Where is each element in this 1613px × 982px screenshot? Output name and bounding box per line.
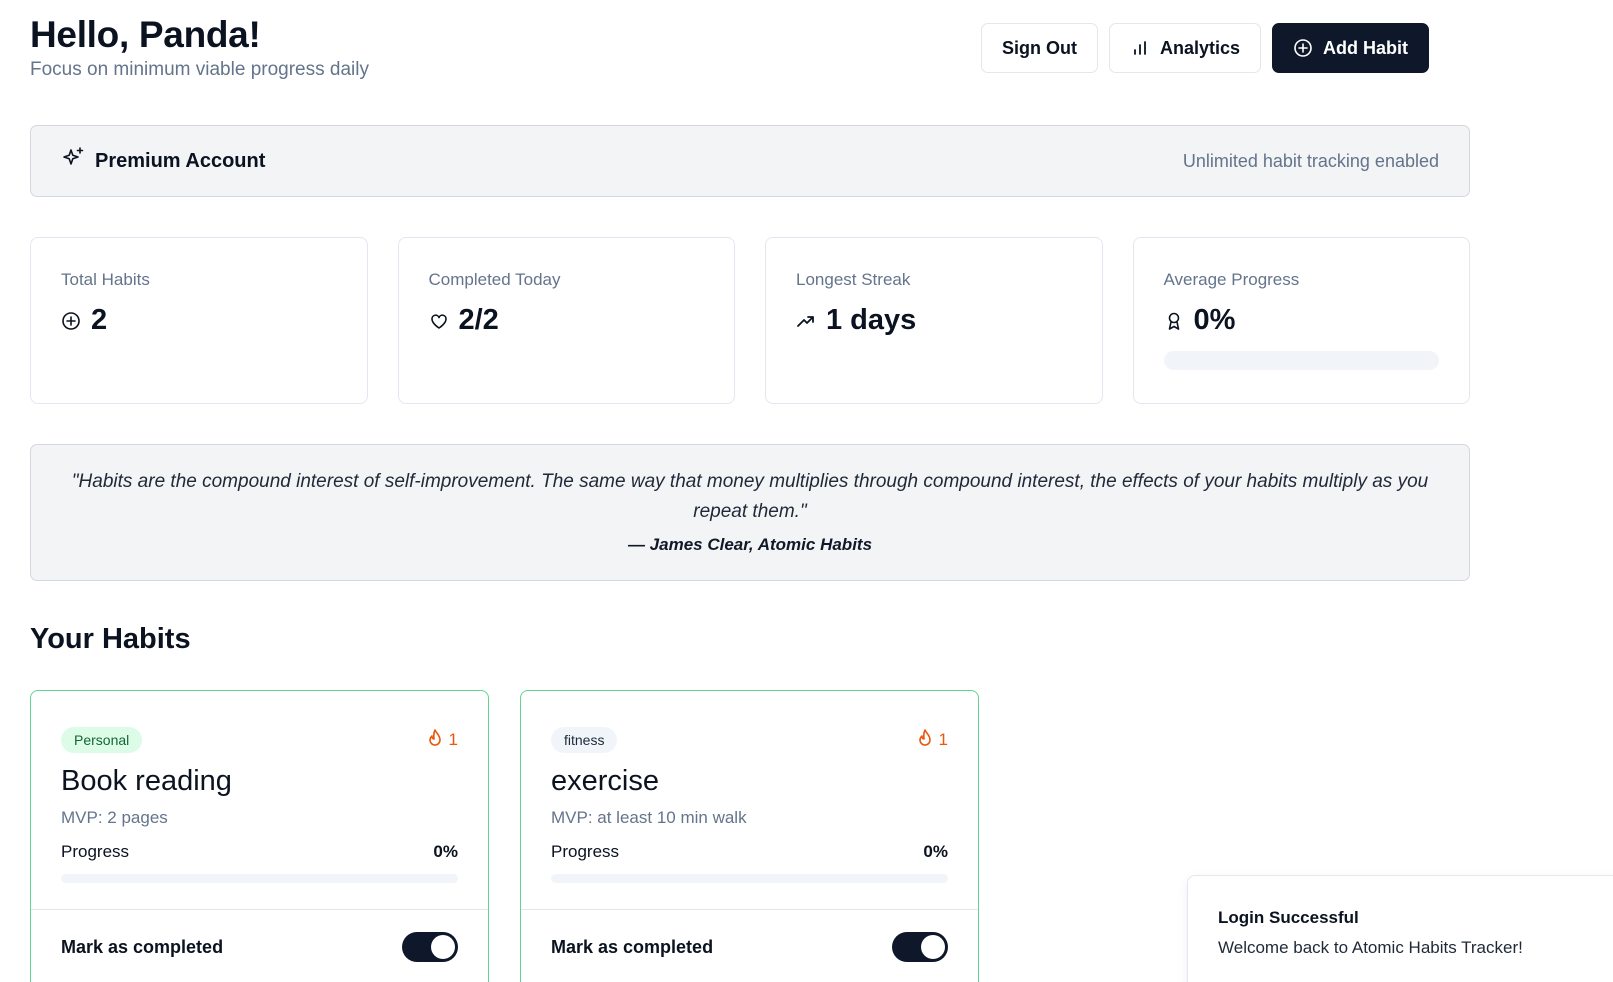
add-habit-label: Add Habit xyxy=(1323,37,1408,58)
heart-icon xyxy=(429,311,449,331)
habit-footer: Mark as completed xyxy=(31,909,488,962)
stat-card-longest-streak: Longest Streak 1 days xyxy=(765,237,1103,404)
mark-completed-toggle[interactable] xyxy=(402,932,458,962)
flame-icon xyxy=(917,728,933,752)
progress-label: Progress xyxy=(551,842,620,861)
stat-value: 2/2 xyxy=(458,304,499,336)
stat-value: 2 xyxy=(91,304,108,336)
progress-row: Progress 0% xyxy=(61,842,458,862)
toggle-knob xyxy=(431,935,455,959)
habit-mvp: MVP: at least 10 min walk xyxy=(551,808,747,827)
progress-row: Progress 0% xyxy=(551,842,948,862)
habit-progress-bar xyxy=(551,874,948,883)
mark-completed-label: Mark as completed xyxy=(551,936,714,957)
stat-label: Average Progress xyxy=(1163,270,1300,289)
stat-card-average-progress: Average Progress 0% xyxy=(1132,237,1470,404)
trending-up-icon xyxy=(796,311,816,331)
add-habit-button[interactable]: Add Habit xyxy=(1272,23,1429,73)
habit-name: exercise xyxy=(551,765,659,797)
sparkles-icon xyxy=(61,146,85,176)
sign-out-label: Sign Out xyxy=(1001,37,1077,58)
progress-label: Progress xyxy=(61,842,130,861)
mark-completed-toggle[interactable] xyxy=(892,932,948,962)
stat-card-total-habits: Total Habits 2 xyxy=(30,237,368,404)
toast-description: Welcome back to Atomic Habits Tracker! xyxy=(1218,938,1523,957)
category-badge: fitness xyxy=(551,727,618,753)
stat-value: 0% xyxy=(1193,304,1236,336)
average-progress-bar xyxy=(1163,351,1439,370)
habit-card-book-reading: Personal 1 Book reading MVP: 2 pages Pro… xyxy=(30,690,489,982)
quote-author: — James Clear, Atomic Habits xyxy=(627,535,873,554)
quote-card: "Habits are the compound interest of sel… xyxy=(30,444,1470,581)
analytics-button[interactable]: Analytics xyxy=(1108,23,1261,73)
stat-value-group: 2 xyxy=(61,304,337,337)
habits-section-title: Your Habits xyxy=(30,623,191,655)
sign-out-button[interactable]: Sign Out xyxy=(980,23,1098,73)
flame-icon xyxy=(427,728,443,752)
plus-circle-icon xyxy=(1293,38,1313,58)
award-icon xyxy=(1164,311,1184,331)
habit-progress-bar xyxy=(61,874,458,883)
habits-dashboard: Hello, Panda! Focus on minimum viable pr… xyxy=(0,0,1613,982)
login-toast[interactable]: Login Successful Welcome back to Atomic … xyxy=(1187,875,1613,982)
progress-percent: 0% xyxy=(433,842,458,861)
stat-label: Longest Streak xyxy=(796,270,911,289)
mark-completed-label: Mark as completed xyxy=(61,936,224,957)
toast-title: Login Successful xyxy=(1218,908,1359,927)
stat-value-group: 1 days xyxy=(796,304,1072,337)
page-title: Hello, Panda! xyxy=(30,14,261,55)
streak-count: 1 xyxy=(938,730,948,749)
stat-value-group: 0% xyxy=(1164,304,1440,337)
streak-indicator: 1 xyxy=(427,728,458,752)
bar-chart-icon xyxy=(1130,38,1150,58)
streak-indicator: 1 xyxy=(917,728,948,752)
habit-footer: Mark as completed xyxy=(521,909,978,962)
header-actions: Sign Out Analytics Add Habit xyxy=(980,23,1429,73)
analytics-label: Analytics xyxy=(1159,37,1240,58)
habit-name: Book reading xyxy=(61,765,232,797)
streak-count: 1 xyxy=(448,730,458,749)
category-badge: Personal xyxy=(61,727,143,753)
greeting-block: Hello, Panda! Focus on minimum viable pr… xyxy=(30,14,369,81)
plus-circle-icon xyxy=(61,311,81,331)
stat-label: Total Habits xyxy=(61,270,150,289)
stats-row: Total Habits 2 Completed Today 2/2 Longe… xyxy=(30,237,1470,404)
quote-text: "Habits are the compound interest of sel… xyxy=(71,471,1429,522)
habits-grid: Personal 1 Book reading MVP: 2 pages Pro… xyxy=(30,690,979,982)
habit-mvp: MVP: 2 pages xyxy=(61,808,168,827)
premium-banner: Premium Account Unlimited habit tracking… xyxy=(30,125,1470,197)
stat-value: 1 days xyxy=(826,304,917,336)
stat-value-group: 2/2 xyxy=(429,304,705,337)
toggle-knob xyxy=(921,935,945,959)
premium-status: Unlimited habit tracking enabled xyxy=(1182,150,1439,171)
premium-label: Premium Account xyxy=(95,149,266,172)
progress-percent: 0% xyxy=(923,842,948,861)
stat-label: Completed Today xyxy=(428,270,561,289)
premium-label-group: Premium Account xyxy=(61,146,265,176)
stat-card-completed-today: Completed Today 2/2 xyxy=(397,237,735,404)
page-subtitle: Focus on minimum viable progress daily xyxy=(30,59,369,80)
habit-card-exercise: fitness 1 exercise MVP: at least 10 min … xyxy=(520,690,979,982)
